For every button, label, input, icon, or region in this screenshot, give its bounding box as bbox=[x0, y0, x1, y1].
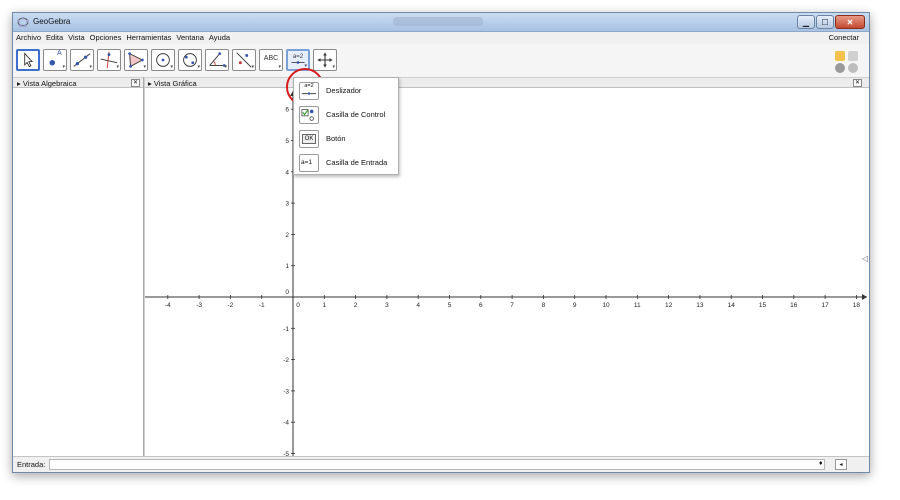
x-tick-label: -4 bbox=[165, 302, 171, 309]
input-label: Entrada: bbox=[17, 460, 46, 469]
button-icon: OK bbox=[299, 130, 319, 148]
x-tick-label: 6 bbox=[479, 302, 483, 309]
input-box-icon: a=1 bbox=[299, 154, 319, 172]
menu-vista[interactable]: Vista bbox=[65, 32, 87, 42]
x-tick-label: 2 bbox=[354, 302, 358, 309]
side-panel-arrow-icon[interactable]: ◁ bbox=[862, 254, 868, 263]
input-help-icon[interactable]: ◂ bbox=[835, 459, 847, 470]
minimize-button[interactable]: ▁ bbox=[797, 15, 815, 29]
x-tick-label: 14 bbox=[728, 302, 736, 309]
x-tick-label: 5 bbox=[448, 302, 452, 309]
maximize-button[interactable]: ☐ bbox=[816, 15, 834, 29]
menu-herramientas[interactable]: Herramientas bbox=[123, 32, 173, 42]
menu-archivo[interactable]: Archivo bbox=[13, 32, 43, 42]
pointer-arrow-icon bbox=[24, 52, 34, 68]
menu-opciones[interactable]: Opciones bbox=[87, 32, 124, 42]
y-tick-label: 5 bbox=[285, 138, 289, 145]
x-tick-label: 8 bbox=[542, 302, 546, 309]
dropdown-item-checkbox[interactable]: Casilla de Control bbox=[294, 104, 398, 126]
algebra-view-title[interactable]: ▸ Vista Algebraica bbox=[17, 79, 77, 88]
angle-tool-button[interactable]: ▾ bbox=[205, 49, 229, 71]
panels-header: ▸ Vista Algebraica ✕ ▸ Vista Gráfica ✕ bbox=[13, 77, 869, 88]
dropdown-item-input-box[interactable]: a=1 Casilla de Entrada bbox=[294, 152, 398, 174]
circle-tool-button[interactable]: ▾ bbox=[151, 49, 175, 71]
graphics-view[interactable]: -4 -3 -2 -1 0 1 2 3 4 5 6 7 8 9 10 11 12 13 14 15 16 17 18 6 5 4 3… bbox=[145, 88, 869, 458]
x-tick-label: 16 bbox=[790, 302, 798, 309]
perpendicular-tool-button[interactable]: ▾ bbox=[97, 49, 121, 71]
y-tick-label: -4 bbox=[283, 420, 289, 427]
move-tool-button[interactable] bbox=[16, 49, 40, 71]
dropdown-label-checkbox: Casilla de Control bbox=[326, 110, 386, 119]
y-tick-label: 3 bbox=[285, 201, 289, 208]
graphics-view-title[interactable]: ▸ Vista Gráfica bbox=[148, 79, 197, 88]
window-title: GeoGebra bbox=[33, 17, 71, 26]
checkbox-icon bbox=[299, 106, 319, 124]
x-tick-label: 10 bbox=[602, 302, 610, 309]
x-tick-label: -3 bbox=[196, 302, 202, 309]
y-tick-label: -2 bbox=[283, 357, 289, 364]
y-tick-label: -3 bbox=[283, 388, 289, 395]
point-tool-button[interactable]: A ▾ bbox=[43, 49, 67, 71]
input-history-spinner-icon[interactable]: ♦ bbox=[819, 460, 823, 467]
close-algebra-view-icon[interactable]: ✕ bbox=[131, 79, 140, 87]
y-tick-label: 1 bbox=[285, 263, 289, 270]
dropdown-label-button: Botón bbox=[326, 134, 346, 143]
y-tick-label: 4 bbox=[285, 169, 289, 176]
input-bar: Entrada: ♦ ◂ bbox=[13, 456, 869, 472]
x-tick-label: -1 bbox=[259, 302, 265, 309]
close-graphics-view-icon[interactable]: ✕ bbox=[853, 79, 862, 87]
x-tick-label: 0 bbox=[296, 302, 300, 309]
y-tick-label: 0 bbox=[285, 289, 289, 296]
coordinate-axes: -4 -3 -2 -1 0 1 2 3 4 5 6 7 8 9 10 11 12 13 14 15 16 17 186543… bbox=[145, 91, 867, 458]
geogebra-logo-icon bbox=[17, 16, 29, 27]
toolbar: A ▾ ▾ ▾ ▾ ▾ ▾ ▾ ▾ ABC ▾ a=2 ▾ ▾ bbox=[13, 44, 869, 77]
y-tick-label: 6 bbox=[285, 107, 289, 114]
geogebra-window: GeoGebra ▁ ☐ ✕ Archivo Edita Vista Opcio… bbox=[12, 12, 870, 473]
menu-bar: Archivo Edita Vista Opciones Herramienta… bbox=[13, 32, 869, 44]
close-button[interactable]: ✕ bbox=[835, 15, 865, 29]
x-axis-arrow-icon bbox=[862, 294, 867, 300]
y-tick-label: 2 bbox=[285, 232, 289, 239]
x-tick-label: 15 bbox=[759, 302, 767, 309]
title-bar-blur bbox=[393, 17, 483, 26]
x-tick-label: 17 bbox=[821, 302, 829, 309]
help-icon[interactable] bbox=[835, 63, 845, 73]
x-tick-label: 4 bbox=[416, 302, 420, 309]
point-tool-label: A bbox=[57, 50, 62, 57]
menu-edita[interactable]: Edita bbox=[43, 32, 65, 42]
x-tick-label: 18 bbox=[853, 302, 861, 309]
redo-icon[interactable] bbox=[848, 51, 858, 61]
x-tick-label: 7 bbox=[510, 302, 514, 309]
slider-tool-dropdown: a=2 Deslizador Casilla de Control OK Bot… bbox=[293, 77, 399, 175]
dropdown-item-button[interactable]: OK Botón bbox=[294, 128, 398, 150]
window-controls: ▁ ☐ ✕ bbox=[797, 15, 865, 29]
x-tick-label: 12 bbox=[665, 302, 673, 309]
x-tick-label: -2 bbox=[228, 302, 234, 309]
menu-ventana[interactable]: Ventana bbox=[173, 32, 206, 42]
reflect-tool-button[interactable]: ▾ bbox=[232, 49, 256, 71]
x-tick-label: 13 bbox=[696, 302, 704, 309]
text-icon: ABC bbox=[263, 55, 279, 62]
conic-tool-button[interactable]: ▾ bbox=[178, 49, 202, 71]
connect-link[interactable]: Conectar bbox=[829, 33, 859, 42]
move-view-tool-button[interactable]: ▾ bbox=[313, 49, 337, 71]
x-tick-label: 3 bbox=[385, 302, 389, 309]
dropdown-label-slider: Deslizador bbox=[326, 86, 362, 95]
y-tick-label: -1 bbox=[283, 326, 289, 333]
dropdown-label-input-box: Casilla de Entrada bbox=[326, 158, 388, 167]
polygon-tool-button[interactable]: ▾ bbox=[124, 49, 148, 71]
x-tick-label: 1 bbox=[322, 302, 326, 309]
dropdown-item-slider[interactable]: a=2 Deslizador bbox=[294, 80, 398, 102]
title-bar: GeoGebra ▁ ☐ ✕ bbox=[13, 13, 869, 32]
undo-icon[interactable] bbox=[835, 51, 845, 61]
menu-ayuda[interactable]: Ayuda bbox=[206, 32, 232, 42]
slider-icon: a=2 bbox=[299, 82, 319, 100]
x-tick-label: 11 bbox=[634, 302, 641, 309]
undo-redo-group bbox=[833, 48, 861, 74]
input-field[interactable] bbox=[49, 459, 825, 470]
x-tick-label: 9 bbox=[573, 302, 577, 309]
text-tool-button[interactable]: ABC ▾ bbox=[259, 49, 283, 71]
line-tool-button[interactable]: ▾ bbox=[70, 49, 94, 71]
gear-icon[interactable] bbox=[848, 63, 858, 73]
